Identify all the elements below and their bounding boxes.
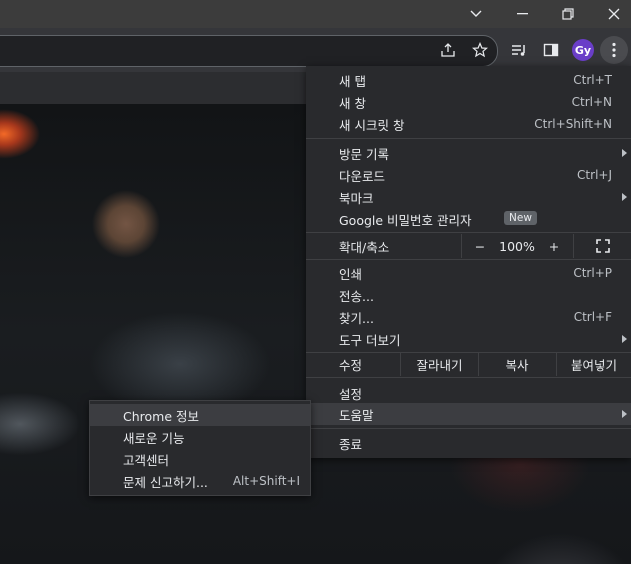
- bookmark-star-button[interactable]: [468, 38, 492, 62]
- menu-item-label: 북마크: [339, 190, 374, 206]
- maximize-button[interactable]: [499, 0, 545, 28]
- menu-item-label: 다운로드: [339, 168, 386, 184]
- menu-item-label: 도구 더보기: [339, 332, 401, 348]
- menu-item-label: 찾기...: [339, 310, 374, 326]
- fullscreen-button[interactable]: [590, 234, 616, 258]
- zoom-row: 확대/축소 − 100% +: [306, 234, 631, 258]
- menu-item-shortcut: Ctrl+Shift+N: [534, 117, 612, 131]
- menu-item-label: 새 탭: [339, 73, 366, 89]
- menu-item-label: 방문 기록: [339, 146, 389, 162]
- paste-button[interactable]: 붙여넣기: [557, 353, 631, 376]
- menu-item-more-tools[interactable]: 도구 더보기: [306, 328, 631, 350]
- submenu-item-whats-new[interactable]: 새로운 기능: [90, 426, 310, 448]
- new-badge: New: [504, 211, 537, 225]
- submenu-item-about-chrome[interactable]: Chrome 정보: [90, 404, 310, 426]
- restore-button[interactable]: [545, 0, 591, 28]
- restore-icon: [562, 8, 574, 20]
- zoom-label: 확대/축소: [339, 239, 390, 255]
- zoom-divider: [573, 234, 574, 258]
- menu-item-find[interactable]: 찾기... Ctrl+F: [306, 306, 631, 328]
- submenu-item-shortcut: Alt+Shift+I: [232, 474, 300, 488]
- menu-item-downloads[interactable]: 다운로드 Ctrl+J: [306, 164, 631, 186]
- menu-item-bookmarks[interactable]: 북마크: [306, 186, 631, 208]
- zoom-in-button[interactable]: +: [540, 234, 568, 258]
- menu-item-exit[interactable]: 종료: [306, 432, 631, 454]
- submenu-item-label: 고객센터: [123, 452, 170, 468]
- menu-divider: [306, 138, 631, 139]
- menu-item-help[interactable]: 도움말: [306, 403, 631, 425]
- submenu-item-label: 새로운 기능: [123, 430, 185, 446]
- fullscreen-icon: [596, 239, 610, 253]
- share-button[interactable]: [436, 38, 460, 62]
- side-panel-icon: [543, 43, 559, 57]
- help-submenu: Chrome 정보 새로운 기능 고객센터 문제 신고하기... Alt+Shi…: [89, 400, 311, 496]
- menu-item-shortcut: Ctrl+F: [573, 310, 612, 324]
- menu-divider: [306, 428, 631, 429]
- submenu-item-label: 문제 신고하기...: [123, 474, 208, 490]
- submenu-arrow-icon: [622, 193, 627, 201]
- menu-item-cast[interactable]: 전송...: [306, 284, 631, 306]
- close-icon: [608, 8, 620, 20]
- star-icon: [472, 42, 488, 58]
- reading-list-icon: [512, 45, 525, 56]
- menu-item-history[interactable]: 방문 기록: [306, 142, 631, 164]
- page-header-strip: [0, 72, 306, 105]
- cut-button[interactable]: 잘라내기: [401, 353, 478, 376]
- menu-item-label: 새 시크릿 창: [339, 117, 405, 133]
- menu-item-password-manager[interactable]: Google 비밀번호 관리자 New: [306, 208, 631, 230]
- chrome-menu-button[interactable]: [600, 36, 628, 64]
- profile-avatar[interactable]: Gy: [572, 39, 594, 61]
- edit-row: 수정 잘라내기 복사 붙여넣기: [306, 353, 631, 376]
- reading-list-button[interactable]: [507, 38, 531, 62]
- menu-item-shortcut: Ctrl+N: [571, 95, 612, 109]
- submenu-arrow-icon: [622, 335, 627, 343]
- submenu-arrow-icon: [622, 149, 627, 157]
- menu-item-new-tab[interactable]: 새 탭 Ctrl+T: [306, 69, 631, 91]
- share-icon: [441, 43, 455, 57]
- menu-divider: [306, 259, 631, 260]
- menu-divider: [306, 232, 631, 233]
- menu-item-label: Google 비밀번호 관리자: [339, 212, 472, 228]
- zoom-divider: [461, 234, 462, 258]
- menu-item-shortcut: Ctrl+P: [573, 266, 612, 280]
- menu-item-label: 도움말: [339, 407, 374, 423]
- zoom-out-button[interactable]: −: [466, 234, 494, 258]
- menu-item-new-incognito[interactable]: 새 시크릿 창 Ctrl+Shift+N: [306, 113, 631, 135]
- menu-item-new-window[interactable]: 새 창 Ctrl+N: [306, 91, 631, 113]
- address-bar[interactable]: [0, 35, 498, 67]
- minimize-button[interactable]: [453, 0, 499, 28]
- submenu-item-help-center[interactable]: 고객센터: [90, 448, 310, 470]
- menu-item-label: 종료: [339, 436, 363, 452]
- menu-item-label: 전송...: [339, 288, 374, 304]
- menu-item-label: 인쇄: [339, 266, 363, 282]
- copy-button[interactable]: 복사: [479, 353, 555, 376]
- menu-item-shortcut: Ctrl+T: [573, 73, 612, 87]
- menu-item-shortcut: Ctrl+J: [577, 168, 612, 182]
- submenu-item-report-issue[interactable]: 문제 신고하기... Alt+Shift+I: [90, 470, 310, 492]
- more-vert-icon: [612, 42, 616, 58]
- chevron-down-icon: [470, 10, 482, 17]
- zoom-level: 100%: [499, 238, 535, 254]
- menu-item-print[interactable]: 인쇄 Ctrl+P: [306, 262, 631, 284]
- close-window-button[interactable]: [591, 0, 631, 28]
- edit-label: 수정: [339, 358, 363, 373]
- menu-item-label: 설정: [339, 386, 363, 402]
- menu-item-label: 새 창: [339, 95, 366, 111]
- submenu-item-label: Chrome 정보: [123, 408, 200, 424]
- menu-item-settings[interactable]: 설정: [306, 382, 631, 404]
- minimize-line-icon: [516, 13, 528, 15]
- menu-divider: [306, 377, 631, 378]
- side-panel-button[interactable]: [539, 38, 563, 62]
- submenu-arrow-icon: [622, 410, 627, 418]
- chrome-main-menu: 새 탭 Ctrl+T 새 창 Ctrl+N 새 시크릿 창 Ctrl+Shift…: [306, 66, 631, 458]
